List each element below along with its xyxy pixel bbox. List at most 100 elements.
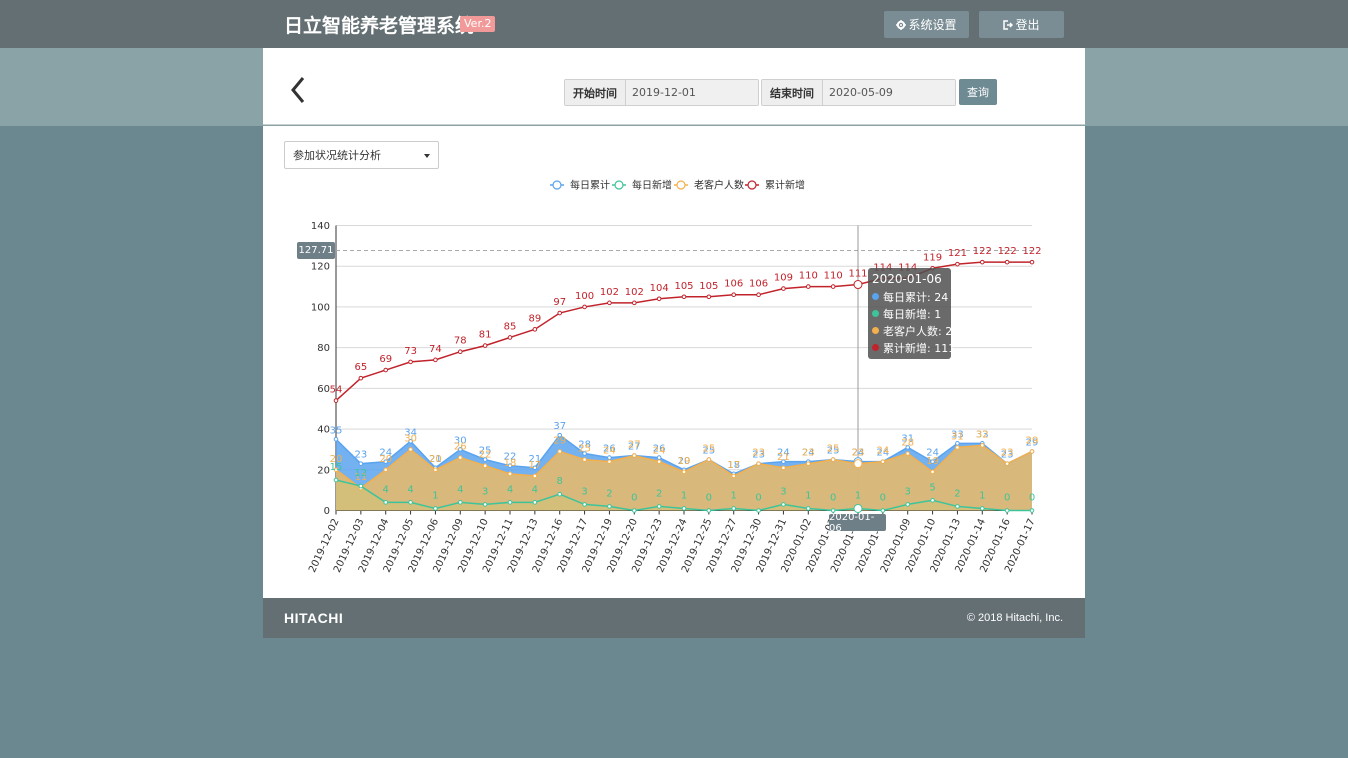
query-button[interactable]: 查询 bbox=[959, 79, 997, 105]
data-label: 2 bbox=[954, 488, 960, 499]
data-point bbox=[457, 455, 463, 460]
data-point bbox=[532, 327, 538, 332]
settings-button[interactable]: 系统设置 bbox=[884, 11, 969, 38]
data-label: 0 bbox=[880, 493, 886, 504]
data-label: 23 bbox=[1001, 448, 1014, 459]
data-point bbox=[706, 508, 712, 513]
data-point bbox=[482, 463, 488, 469]
logout-icon bbox=[1003, 19, 1014, 30]
data-point bbox=[631, 453, 637, 458]
data-point bbox=[631, 300, 637, 306]
data-point bbox=[756, 461, 761, 466]
data-point bbox=[756, 508, 761, 513]
data-label: 0 bbox=[755, 493, 761, 504]
data-label: 27 bbox=[628, 440, 641, 451]
y-axis-pointer-label: 127.71 bbox=[297, 242, 335, 259]
data-label: 23 bbox=[852, 448, 865, 459]
data-point bbox=[979, 443, 985, 448]
data-label: 0 bbox=[631, 493, 637, 504]
data-point bbox=[731, 506, 737, 511]
data-label: 5 bbox=[929, 482, 935, 493]
data-label: 15 bbox=[330, 462, 343, 473]
data-label: 4 bbox=[383, 484, 389, 495]
data-point bbox=[805, 284, 811, 289]
data-point bbox=[731, 473, 737, 479]
footer: HITACHI © 2018 Hitachi, Inc. bbox=[263, 598, 1085, 638]
data-label: 122 bbox=[1022, 246, 1041, 257]
data-label: 1 bbox=[805, 490, 811, 501]
data-point bbox=[557, 491, 563, 497]
data-point bbox=[333, 477, 339, 483]
data-point bbox=[383, 367, 389, 373]
data-point bbox=[557, 449, 563, 454]
data-point bbox=[731, 292, 737, 298]
end-date-group: 结束时间 bbox=[761, 79, 956, 106]
data-point bbox=[607, 504, 612, 509]
data-point bbox=[781, 502, 786, 507]
data-point bbox=[905, 451, 911, 456]
logout-button[interactable]: 登出 bbox=[979, 11, 1064, 38]
data-label: 1 bbox=[432, 490, 438, 501]
data-label: 1 bbox=[681, 490, 687, 501]
start-date-group: 开始时间 bbox=[564, 79, 759, 106]
data-point bbox=[557, 310, 563, 316]
data-point bbox=[482, 343, 488, 348]
tooltip-row: 累计新增: 111 bbox=[872, 339, 955, 356]
data-label: 4 bbox=[407, 484, 413, 495]
data-label: 17 bbox=[528, 460, 541, 471]
settings-label: 系统设置 bbox=[908, 18, 957, 32]
legend-label: 老客户人数 bbox=[694, 179, 744, 192]
data-point bbox=[656, 459, 662, 464]
data-label: 106 bbox=[749, 279, 768, 290]
data-label: 32 bbox=[976, 429, 989, 440]
data-label: 106 bbox=[724, 279, 743, 290]
y-tick-label: 40 bbox=[317, 425, 330, 436]
tooltip-row: 老客户人数: 23 bbox=[872, 322, 959, 339]
data-label: 0 bbox=[1004, 493, 1010, 504]
data-point bbox=[756, 292, 761, 298]
app-title: 日立智能养老管理系统 bbox=[284, 15, 475, 37]
data-point bbox=[853, 459, 863, 469]
back-chevron-icon[interactable] bbox=[285, 70, 313, 110]
data-label: 3 bbox=[581, 486, 587, 497]
data-point bbox=[433, 467, 438, 473]
data-point bbox=[681, 294, 687, 300]
data-label: 19 bbox=[926, 456, 939, 467]
data-point bbox=[383, 467, 389, 473]
data-label: 24 bbox=[603, 446, 616, 457]
data-point bbox=[955, 261, 960, 267]
data-label: 22 bbox=[479, 450, 492, 461]
data-label: 4 bbox=[507, 484, 513, 495]
data-label: 119 bbox=[923, 252, 942, 263]
data-point bbox=[1029, 508, 1035, 513]
data-point bbox=[805, 506, 811, 511]
analysis-select[interactable]: 参加状况统计分析 bbox=[284, 141, 439, 169]
tooltip-row: 每日累计: 24 bbox=[872, 288, 949, 305]
data-label: 12 bbox=[354, 468, 367, 479]
data-point bbox=[656, 296, 662, 302]
data-point bbox=[1029, 449, 1035, 454]
data-label: 25 bbox=[827, 444, 840, 455]
tooltip-row-label: 每日新增: 1 bbox=[883, 307, 942, 321]
data-point bbox=[706, 457, 712, 462]
data-point bbox=[507, 500, 513, 505]
data-label: 0 bbox=[1029, 493, 1035, 504]
start-date-label: 开始时间 bbox=[565, 80, 626, 105]
data-point bbox=[830, 284, 836, 289]
legend-label: 累计新增 bbox=[765, 179, 805, 192]
tooltip-row-label: 每日累计: 24 bbox=[883, 290, 949, 304]
data-label: 104 bbox=[650, 283, 669, 294]
data-label: 4 bbox=[532, 484, 538, 495]
data-label: 28 bbox=[901, 438, 914, 449]
end-date-input[interactable] bbox=[823, 80, 955, 105]
start-date-input[interactable] bbox=[626, 80, 758, 105]
data-point bbox=[607, 459, 612, 464]
end-date-label: 结束时间 bbox=[762, 80, 823, 105]
data-label: 100 bbox=[575, 291, 594, 302]
data-point bbox=[1004, 508, 1010, 513]
data-point bbox=[532, 473, 538, 479]
data-label: 24 bbox=[653, 446, 666, 457]
data-label: 20 bbox=[379, 454, 392, 465]
data-label: 30 bbox=[404, 433, 417, 444]
data-point bbox=[656, 504, 662, 509]
